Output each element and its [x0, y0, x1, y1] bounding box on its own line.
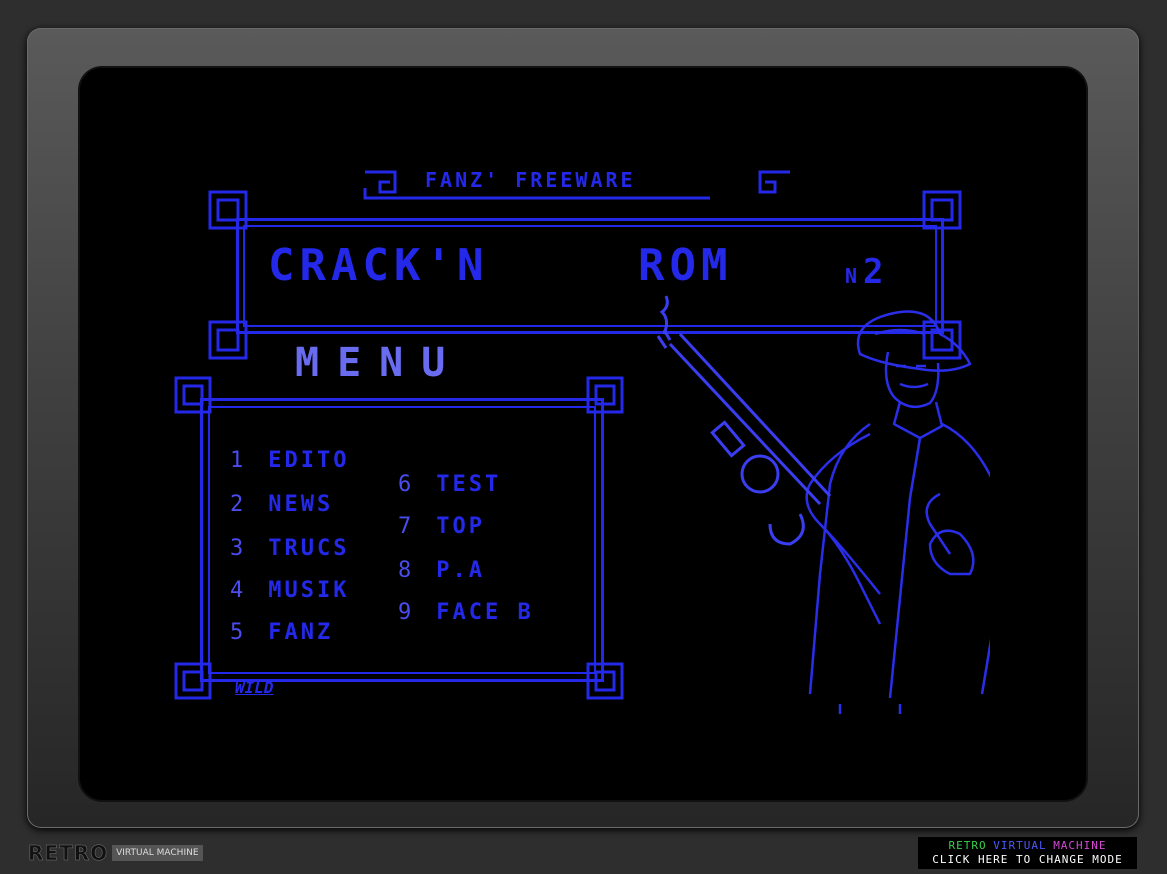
menu-item-label: TRUCS	[268, 536, 350, 561]
logo-subtitle: VIRTUAL MACHINE	[112, 845, 203, 861]
menu-item-number: 2	[230, 492, 247, 517]
menu-item-news[interactable]: 2 NEWS	[230, 492, 333, 517]
mode-brand-word: RETRO	[948, 839, 987, 852]
menu-item-label: P.A	[436, 558, 485, 583]
menu-item-number: 7	[398, 514, 415, 539]
mode-brand-word: VIRTUAL	[993, 839, 1047, 852]
mode-brand-word: MACHINE	[1053, 839, 1107, 852]
mode-brand-line: RETRO VIRTUAL MACHINE	[918, 839, 1137, 853]
gangster-illustration	[656, 295, 990, 714]
menu-item-label: FACE B	[436, 600, 534, 625]
menu-item-label: EDITO	[268, 448, 350, 473]
emulator-screen[interactable]: FANZ' FREEWARE CRACK'N ROM N 2 MENU 1 ED…	[80, 68, 1086, 800]
menu-heading: MENU	[295, 340, 464, 386]
menu-item-pa[interactable]: 8 P.A	[398, 558, 485, 583]
artist-signature: WILD	[235, 678, 274, 697]
menu-item-label: MUSIK	[268, 578, 350, 603]
menu-item-musik[interactable]: 4 MUSIK	[230, 578, 349, 603]
menu-item-test[interactable]: 6 TEST	[398, 472, 501, 497]
menu-item-trucs[interactable]: 3 TRUCS	[230, 536, 349, 561]
menu-item-label: NEWS	[268, 492, 334, 517]
logo-wordmark: RETRO	[28, 841, 109, 866]
menu-item-number: 9	[398, 600, 415, 625]
menu-item-number: 3	[230, 536, 247, 561]
menu-item-label: FANZ	[268, 620, 334, 645]
menu-item-fanz[interactable]: 5 FANZ	[230, 620, 333, 645]
menu-item-number: 8	[398, 558, 415, 583]
menu-item-number: 5	[230, 620, 247, 645]
menu-item-label: TEST	[436, 472, 502, 497]
menu-item-edito[interactable]: 1 EDITO	[230, 448, 349, 473]
change-mode-button[interactable]: RETRO VIRTUAL MACHINE CLICK HERE TO CHAN…	[918, 837, 1137, 869]
menu-item-face-b[interactable]: 9 FACE B	[398, 600, 534, 625]
menu-item-number: 6	[398, 472, 415, 497]
menu-item-number: 1	[230, 448, 247, 473]
menu-item-number: 4	[230, 578, 247, 603]
mode-instruction: CLICK HERE TO CHANGE MODE	[932, 853, 1123, 866]
menu-item-label: TOP	[436, 514, 485, 539]
menu-item-top[interactable]: 7 TOP	[398, 514, 485, 539]
magazine-title-left: CRACK'N	[268, 240, 489, 291]
retro-logo: RETRO VIRTUAL MACHINE	[28, 841, 203, 866]
